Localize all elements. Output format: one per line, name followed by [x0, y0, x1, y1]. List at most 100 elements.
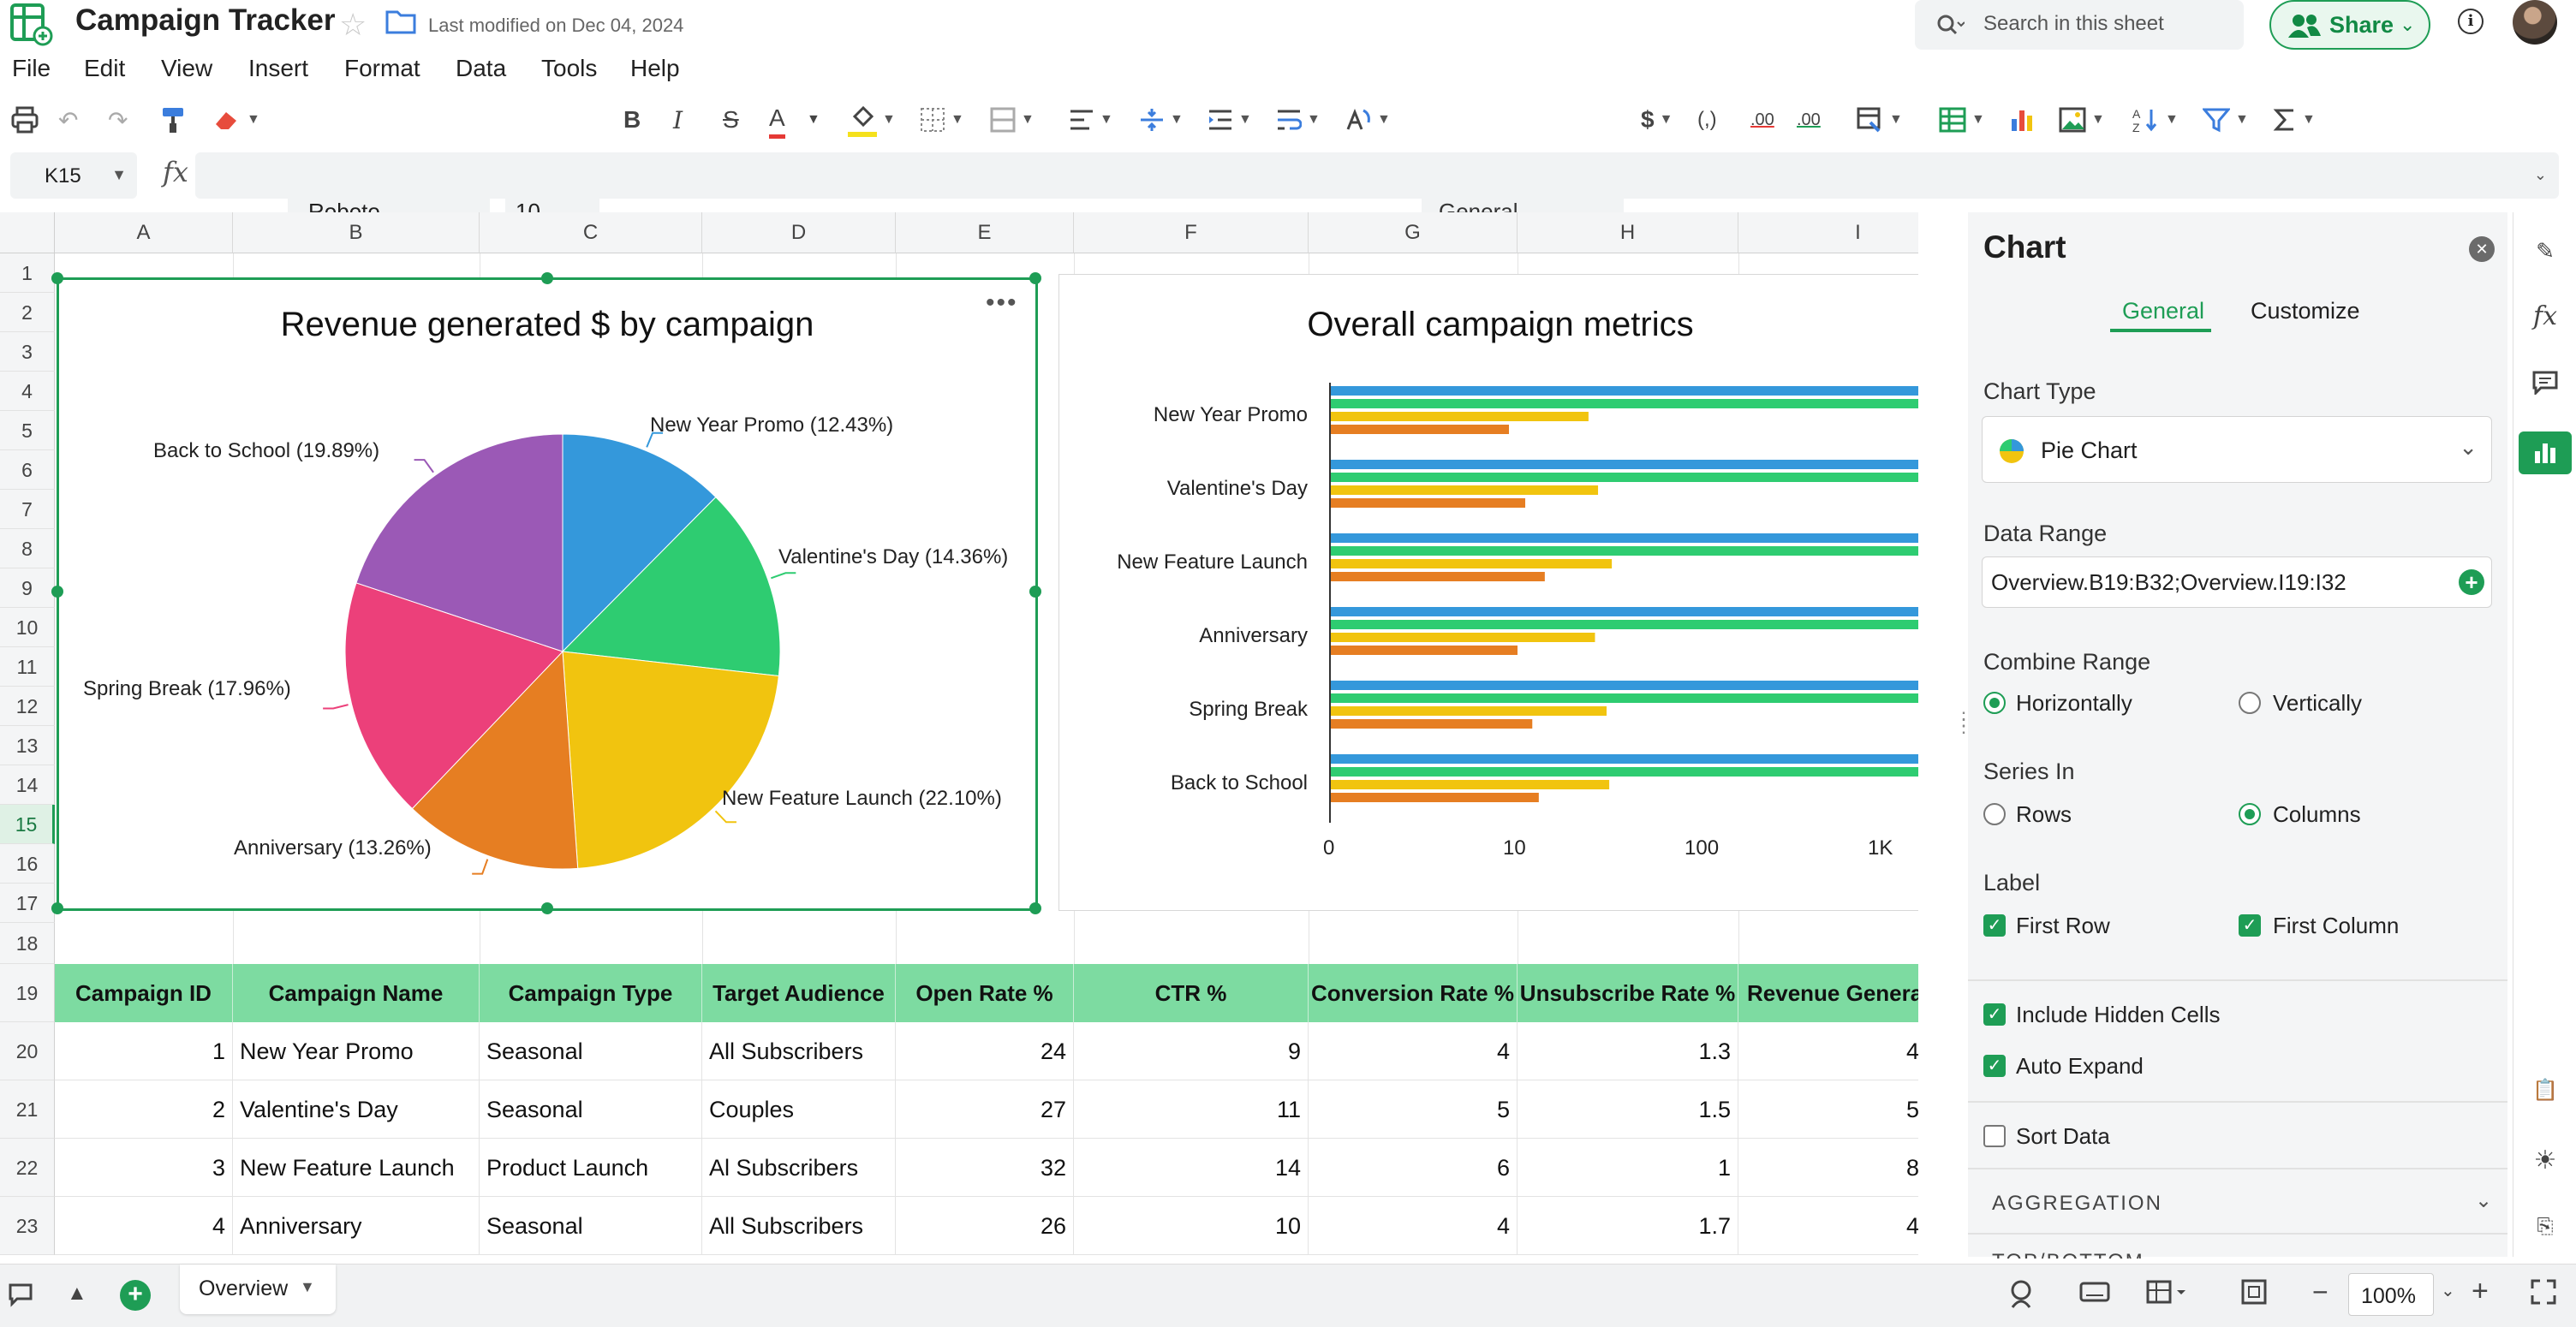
- option-horizontally[interactable]: Horizontally: [2016, 690, 2132, 717]
- collapse-up-icon[interactable]: ▲: [67, 1282, 87, 1306]
- row-header[interactable]: 14: [0, 765, 55, 805]
- row-header[interactable]: 20: [0, 1022, 55, 1080]
- bar[interactable]: [1331, 386, 1924, 396]
- row-header[interactable]: 6: [0, 450, 55, 490]
- table-cell[interactable]: Couples: [702, 1080, 896, 1139]
- info-icon[interactable]: i: [2458, 9, 2484, 34]
- column-header-g[interactable]: G: [1309, 212, 1518, 253]
- table-header-cell[interactable]: Campaign Type: [480, 964, 702, 1022]
- row-header[interactable]: 12: [0, 687, 55, 726]
- tab-customize[interactable]: Customize: [2251, 298, 2360, 324]
- table-cell[interactable]: 26: [896, 1197, 1074, 1255]
- zoom-out-button[interactable]: −: [2312, 1276, 2329, 1308]
- resize-handle[interactable]: [51, 586, 63, 598]
- add-range-icon[interactable]: +: [2459, 569, 2484, 595]
- bar[interactable]: [1331, 412, 1589, 421]
- table-header-cell[interactable]: Campaign ID: [55, 964, 233, 1022]
- table-cell[interactable]: 1: [55, 1022, 233, 1080]
- add-sheet-button[interactable]: +: [120, 1280, 151, 1311]
- align-left-icon[interactable]: ▼: [1069, 101, 1113, 139]
- menu-view[interactable]: View: [161, 55, 212, 82]
- option-vertically[interactable]: Vertically: [2273, 690, 2362, 717]
- row-header[interactable]: 17: [0, 884, 55, 923]
- sort-icon[interactable]: A Z ▼: [2131, 101, 2179, 139]
- bar[interactable]: [1331, 607, 1924, 616]
- table-header-cell[interactable]: Unsubscribe Rate %: [1518, 964, 1738, 1022]
- increase-decimal-button[interactable]: .00: [1797, 101, 1821, 139]
- resize-handle[interactable]: [1029, 586, 1041, 598]
- row-header[interactable]: 9: [0, 568, 55, 608]
- bar[interactable]: [1331, 780, 1610, 789]
- table-cell[interactable]: 4: [1738, 1197, 1927, 1255]
- bold-button[interactable]: B: [623, 101, 641, 139]
- column-header-c[interactable]: C: [480, 212, 702, 253]
- vertical-align-icon[interactable]: ▼: [1139, 101, 1184, 139]
- table-header-cell[interactable]: Open Rate %: [896, 964, 1074, 1022]
- table-cell[interactable]: Seasonal: [480, 1197, 702, 1255]
- table-cell[interactable]: 1: [1518, 1139, 1738, 1197]
- borders-icon[interactable]: ▼: [920, 101, 964, 139]
- table-cell[interactable]: 10: [1074, 1197, 1309, 1255]
- table-icon[interactable]: ▼: [1939, 101, 1985, 139]
- resize-handle[interactable]: [1029, 902, 1041, 914]
- sum-icon[interactable]: ▼: [2273, 101, 2316, 139]
- fit-screen-icon[interactable]: [2240, 1278, 2268, 1312]
- insert-image-icon[interactable]: ▼: [2059, 101, 2105, 139]
- menu-edit[interactable]: Edit: [84, 55, 125, 82]
- row-header-selected[interactable]: 15: [0, 805, 55, 844]
- chevron-down-icon[interactable]: ⌄: [2534, 166, 2547, 184]
- row-header[interactable]: 10: [0, 608, 55, 647]
- chat-icon[interactable]: [7, 1282, 36, 1313]
- paint-format-icon[interactable]: [159, 101, 188, 139]
- resize-handle[interactable]: [541, 272, 553, 284]
- column-header-i[interactable]: I: [1738, 212, 1927, 253]
- table-cell[interactable]: 32: [896, 1139, 1074, 1197]
- table-cell[interactable]: 11: [1074, 1080, 1309, 1139]
- row-header[interactable]: 22: [0, 1139, 55, 1197]
- column-header-b[interactable]: B: [233, 212, 480, 253]
- table-cell[interactable]: Anniversary: [233, 1197, 480, 1255]
- table-cell[interactable]: 4: [1309, 1022, 1518, 1080]
- menu-help[interactable]: Help: [630, 55, 680, 82]
- row-header[interactable]: 3: [0, 332, 55, 372]
- option-first-row[interactable]: First Row: [2016, 913, 2110, 939]
- text-color-button[interactable]: A: [769, 101, 785, 139]
- table-cell[interactable]: Seasonal: [480, 1080, 702, 1139]
- row-header[interactable]: 5: [0, 411, 55, 450]
- close-icon[interactable]: ✕: [2469, 236, 2495, 262]
- bar[interactable]: [1331, 681, 1924, 690]
- table-header-cell[interactable]: CTR %: [1074, 964, 1309, 1022]
- function-icon[interactable]: fx: [163, 156, 188, 188]
- table-cell[interactable]: Product Launch: [480, 1139, 702, 1197]
- column-header-f[interactable]: F: [1074, 212, 1309, 253]
- bar[interactable]: [1331, 633, 1595, 642]
- strikethrough-button[interactable]: S: [723, 101, 739, 139]
- theme-icon[interactable]: ☀: [2527, 1142, 2563, 1178]
- bar[interactable]: [1331, 546, 1924, 556]
- collaboration-icon[interactable]: [2006, 1278, 2036, 1315]
- search-input[interactable]: Search in this sheet: [1915, 0, 2244, 50]
- menu-tools[interactable]: Tools: [541, 55, 597, 82]
- redo-icon[interactable]: ↷: [108, 101, 128, 139]
- resize-handle[interactable]: [51, 272, 63, 284]
- bar[interactable]: [1331, 719, 1533, 729]
- option-rows[interactable]: Rows: [2016, 801, 2072, 828]
- row-header[interactable]: 18: [0, 923, 55, 964]
- bar[interactable]: [1331, 559, 1613, 568]
- resize-handle[interactable]: [541, 902, 553, 914]
- table-cell[interactable]: 5: [1309, 1080, 1518, 1139]
- option-sort-data[interactable]: Sort Data: [2016, 1123, 2110, 1150]
- folder-icon[interactable]: [385, 9, 416, 34]
- decrease-decimal-button[interactable]: .00: [1750, 101, 1774, 139]
- bar[interactable]: [1331, 533, 1924, 543]
- data-range-input[interactable]: Overview.B19:B32;Overview.I19:I32 +: [1982, 556, 2492, 608]
- table-cell[interactable]: 1.5: [1518, 1080, 1738, 1139]
- radio-columns[interactable]: [2239, 803, 2261, 825]
- bar[interactable]: [1331, 620, 1924, 629]
- resize-handle[interactable]: [51, 902, 63, 914]
- comma-style-button[interactable]: (,): [1697, 101, 1717, 139]
- row-header[interactable]: 13: [0, 726, 55, 765]
- table-cell[interactable]: All Subscribers: [702, 1197, 896, 1255]
- table-cell[interactable]: All Subscribers: [702, 1022, 896, 1080]
- column-header-d[interactable]: D: [702, 212, 896, 253]
